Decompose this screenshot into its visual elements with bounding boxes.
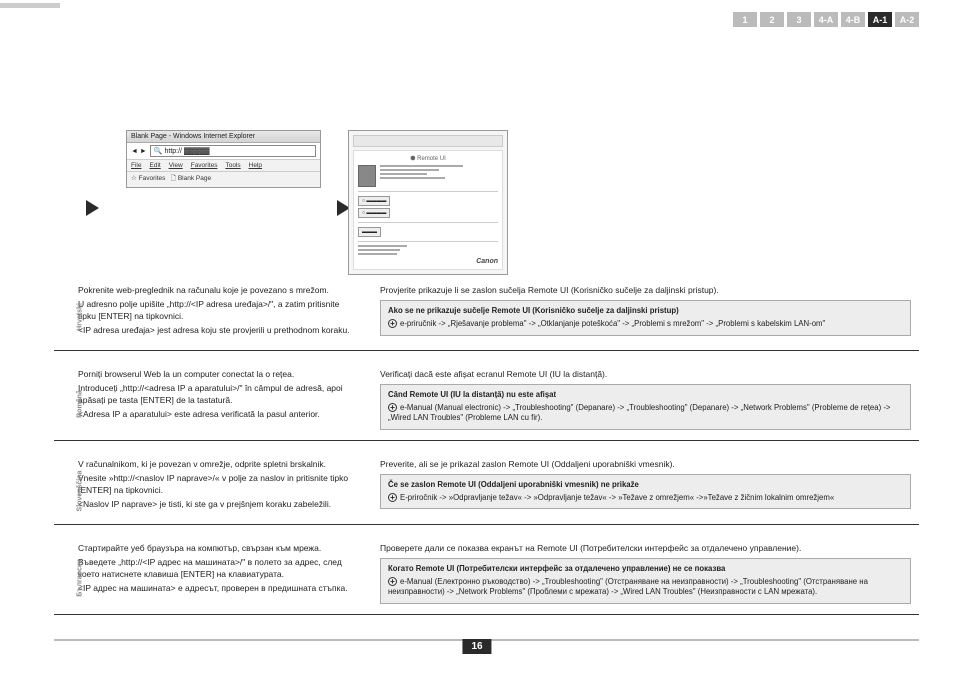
remote-ui-header: ⬢ Remote UI [358, 155, 498, 162]
remote-ui-titlebar [353, 135, 503, 147]
info-box: Când Remote UI (IU la distanță) nu este … [380, 384, 911, 430]
right-column: Проверете дали се показва екранът на Rem… [372, 543, 919, 604]
content-area: HrvatskiPokrenite web-preglednik na raču… [54, 285, 919, 633]
menu-file: File [131, 162, 142, 169]
info-box-body: +e-Manual (Електронно ръководство) -> „T… [388, 577, 903, 598]
instruction-text: Стартирайте уеб браузъра на компютър, св… [78, 543, 358, 554]
browser-address-bar: ◄ ► 🔍 http:// ▓▓▓▓▓ [127, 143, 320, 160]
plus-icon: + [388, 403, 397, 412]
menu-view: View [169, 162, 183, 169]
nav-tab-A-2[interactable]: A-2 [895, 12, 919, 27]
plus-icon: + [388, 577, 397, 586]
info-box: Če se zaslon Remote UI (Oddaljeni uporab… [380, 474, 911, 509]
instruction-text: <IP adresa uređaja> jest adresa koju ste… [78, 325, 358, 336]
menu-favorites: Favorites [191, 162, 218, 169]
instruction-text: Introduceți „http://<adresa IP a aparatu… [78, 383, 358, 406]
plus-icon: + [388, 319, 397, 328]
nav-icon: ◄ ► [131, 148, 147, 155]
top-decoration [0, 3, 60, 8]
info-box-title: Când Remote UI (IU la distanță) nu este … [388, 390, 903, 401]
canon-logo: Canon [358, 258, 498, 265]
nav-tab-4-A[interactable]: 4-A [814, 12, 838, 27]
intro-text: Verificați dacă este afișat ecranul Remo… [380, 369, 911, 380]
browser-menu: File Edit View Favorites Tools Help [127, 160, 320, 172]
instruction-text: <Adresa IP a aparatului> este adresa ver… [78, 409, 358, 420]
address-input: 🔍 http:// ▓▓▓▓▓ [150, 145, 316, 157]
left-column: Pokrenite web-preglednik na računalu koj… [70, 285, 366, 340]
nav-tab-A-1[interactable]: A-1 [868, 12, 892, 27]
instruction-text: <Naslov IP naprave> je tisti, ki ste ga … [78, 499, 358, 510]
instruction-text: V računalnikom, ki je povezan v omrežje,… [78, 459, 358, 470]
device-thumbnail [358, 165, 376, 187]
browser-favorites: ☆ Favorites 🗋 Blank Page [127, 172, 320, 187]
info-box: Когато Remote UI (Потребителски интерфей… [380, 558, 911, 604]
figures-row: Blank Page - Windows Internet Explorer ◄… [0, 130, 954, 275]
nav-tab-1[interactable]: 1 [733, 12, 757, 27]
info-box-body: +e-Manual (Manual electronic) -> „Troubl… [388, 403, 903, 424]
nav-tabs: 1234-A4-BA-1A-2 [733, 12, 919, 27]
info-box-body: +E-priročnik -> »Odpravljanje težav« -> … [388, 493, 903, 504]
lang-section-Slovenščina: SlovenščinaV računalnikom, ki je povezan… [54, 459, 919, 525]
plus-icon: + [388, 493, 397, 502]
menu-edit: Edit [150, 162, 161, 169]
info-box: Ako se ne prikazuje sučelje Remote UI (K… [380, 300, 911, 335]
left-column: Porniți browserul Web la un computer con… [70, 369, 366, 430]
left-column: Стартирайте уеб браузъра на компютър, св… [70, 543, 366, 604]
lang-section-Български: БългарскиСтартирайте уеб браузъра на ком… [54, 543, 919, 615]
language-label: Български [77, 548, 84, 608]
intro-text: Проверете дали се показва екранът на Rem… [380, 543, 911, 554]
info-box-title: Когато Remote UI (Потребителски интерфей… [388, 564, 903, 575]
nav-tab-4-B[interactable]: 4-B [841, 12, 865, 27]
browser-screenshot: Blank Page - Windows Internet Explorer ◄… [126, 130, 321, 188]
radio-option: ○ ▬▬▬▬ [358, 208, 390, 218]
menu-help: Help [249, 162, 262, 169]
info-box-title: Ako se ne prikazuje sučelje Remote UI (K… [388, 306, 903, 317]
lang-section-Hrvatski: HrvatskiPokrenite web-preglednik na raču… [54, 285, 919, 351]
instruction-text: U adresno polje upišite „http://<IP adre… [78, 299, 358, 322]
instruction-text: Vnesite »http://<naslov IP naprave>/« v … [78, 473, 358, 496]
left-column: V računalnikom, ki je povezan v omrežje,… [70, 459, 366, 514]
nav-tab-2[interactable]: 2 [760, 12, 784, 27]
intro-text: Provjerite prikazuje li se zaslon sučelj… [380, 285, 911, 296]
right-column: Verificați dacă este afișat ecranul Remo… [372, 369, 919, 430]
language-label: Hrvatski [77, 287, 84, 347]
menu-tools: Tools [225, 162, 240, 169]
info-box-body: +e-priručnik -> „Rješavanje problema" ->… [388, 319, 903, 330]
right-column: Provjerite prikazuje li se zaslon sučelj… [372, 285, 919, 340]
instruction-text: Въведете „http://<IP адрес на машината>/… [78, 557, 358, 580]
language-label: Română [77, 374, 84, 434]
instruction-text: Porniți browserul Web la un computer con… [78, 369, 358, 380]
login-button: ▬▬▬ [358, 227, 381, 237]
remote-ui-screenshot: ⬢ Remote UI ○ ▬▬▬▬ ○ ▬▬▬▬ ▬▬▬ Canon [348, 130, 508, 275]
lang-section-Română: RomânăPorniți browserul Web la un comput… [54, 369, 919, 441]
browser-title: Blank Page - Windows Internet Explorer [127, 131, 320, 143]
info-box-title: Če se zaslon Remote UI (Oddaljeni uporab… [388, 480, 903, 491]
intro-text: Preverite, ali se je prikazal zaslon Rem… [380, 459, 911, 470]
instruction-text: Pokrenite web-preglednik na računalu koj… [78, 285, 358, 296]
radio-option: ○ ▬▬▬▬ [358, 196, 390, 206]
language-label: Slovenščina [77, 461, 84, 521]
nav-tab-3[interactable]: 3 [787, 12, 811, 27]
page-number: 16 [462, 639, 491, 654]
right-column: Preverite, ali se je prikazal zaslon Rem… [372, 459, 919, 514]
instruction-text: <IP адрес на машината> е адресът, провер… [78, 583, 358, 594]
